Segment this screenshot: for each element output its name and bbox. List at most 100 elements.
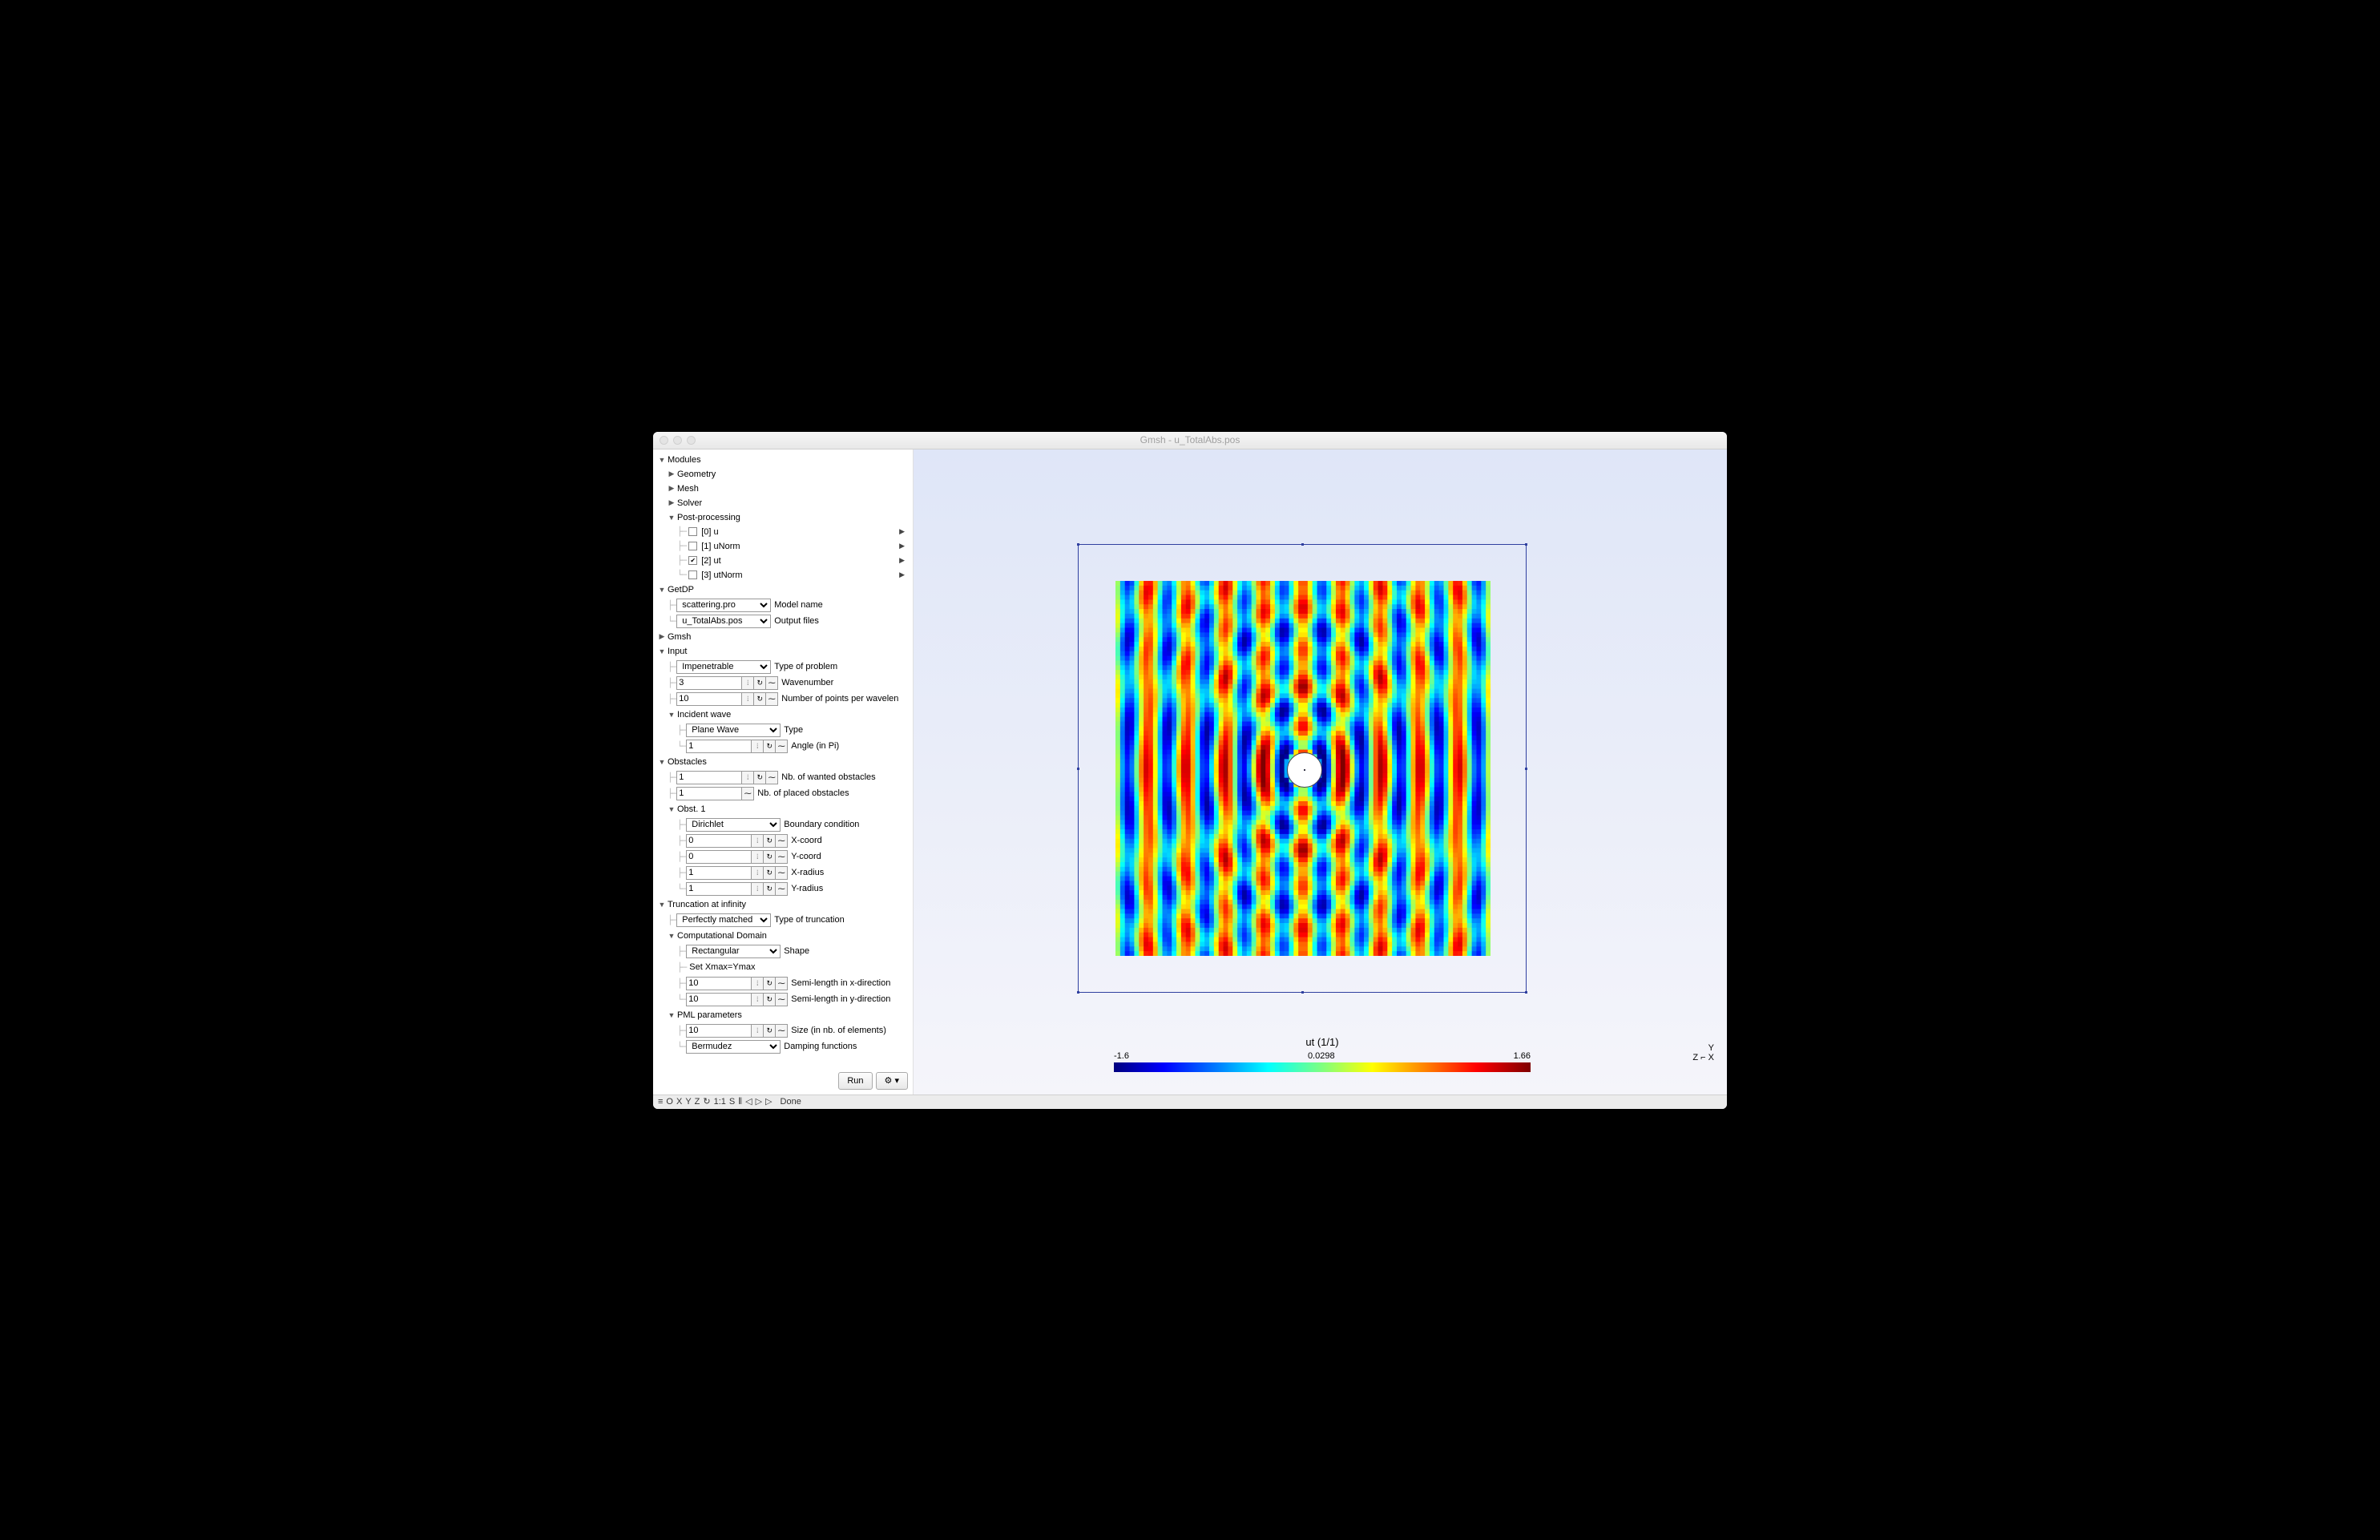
compdom-sy[interactable]	[686, 993, 752, 1006]
tree-solver[interactable]: Solver	[658, 496, 910, 510]
pml-damp-select[interactable]: Bermudez	[686, 1040, 781, 1054]
reset-icon[interactable]: ↻	[763, 834, 776, 848]
status-item[interactable]: Y	[685, 1097, 691, 1107]
reset-icon[interactable]: ↻	[763, 882, 776, 896]
stepper-icon[interactable]: ⦙	[751, 882, 764, 896]
reset-icon[interactable]: ↻	[763, 993, 776, 1006]
reset-icon[interactable]: ↻	[763, 1024, 776, 1038]
graph-icon[interactable]: ⁓	[775, 1024, 788, 1038]
chevron-right-icon[interactable]: ▶	[899, 570, 905, 579]
stepper-icon[interactable]: ⦙	[751, 977, 764, 990]
status-item[interactable]: 1:1	[714, 1097, 726, 1107]
view-0-checkbox[interactable]	[688, 527, 697, 536]
tree-truncation[interactable]: Truncation at infinity	[658, 897, 910, 912]
obst1-xr[interactable]	[686, 866, 752, 880]
input-type-select[interactable]: Impenetrable	[676, 660, 771, 674]
status-item[interactable]: ⦀	[738, 1097, 742, 1107]
view-3-checkbox[interactable]	[688, 570, 697, 579]
status-message: Done	[781, 1097, 801, 1107]
reset-icon[interactable]: ↻	[763, 850, 776, 864]
stepper-icon[interactable]: ⦙	[751, 834, 764, 848]
status-item[interactable]: ◁	[745, 1097, 752, 1107]
stepper-icon[interactable]: ⦙	[751, 993, 764, 1006]
tree-incident[interactable]: Incident wave	[658, 708, 910, 722]
graph-icon[interactable]: ⁓	[765, 771, 778, 784]
pml-size[interactable]	[686, 1024, 752, 1038]
obst-wanted[interactable]	[676, 771, 742, 784]
graph-icon[interactable]: ⁓	[775, 834, 788, 848]
input-wavenum[interactable]	[676, 676, 742, 690]
stepper-icon[interactable]: ⦙	[741, 676, 754, 690]
reset-icon[interactable]: ↻	[763, 977, 776, 990]
gear-button[interactable]: ⚙ ▾	[876, 1072, 908, 1090]
tree-mesh[interactable]: Mesh	[658, 482, 910, 496]
graph-icon[interactable]: ⁓	[741, 787, 754, 800]
chevron-right-icon[interactable]: ▶	[899, 556, 905, 565]
compdom-shape-select[interactable]: Rectangular	[686, 945, 781, 958]
graph-icon[interactable]: ⁓	[775, 850, 788, 864]
view-2[interactable]: ├─[2] ut▶	[658, 554, 910, 568]
getdp-output-select[interactable]: u_TotalAbs.pos	[676, 615, 771, 628]
view-3[interactable]: └─[3] utNorm▶	[658, 568, 910, 583]
chevron-right-icon[interactable]: ▶	[899, 527, 905, 536]
graph-icon[interactable]: ⁓	[765, 692, 778, 706]
obst1-bc-select[interactable]: Dirichlet	[686, 818, 781, 832]
reset-icon[interactable]: ↻	[763, 740, 776, 753]
tree-getdp[interactable]: GetDP	[658, 583, 910, 597]
tree-gmsh[interactable]: Gmsh	[658, 630, 910, 644]
status-item[interactable]: ↻	[703, 1097, 710, 1107]
tree-input[interactable]: Input	[658, 644, 910, 659]
incident-angle[interactable]	[686, 740, 752, 753]
view-2-checkbox[interactable]	[688, 556, 697, 565]
obst1-x[interactable]	[686, 834, 752, 848]
view-1[interactable]: ├─[1] uNorm▶	[658, 539, 910, 554]
status-item[interactable]: Z	[695, 1097, 700, 1107]
view-0[interactable]: ├─[0] u▶	[658, 525, 910, 539]
status-item[interactable]: ▷	[756, 1097, 762, 1107]
graph-icon[interactable]: ⁓	[775, 882, 788, 896]
reset-icon[interactable]: ↻	[753, 676, 766, 690]
graph-icon[interactable]: ⁓	[775, 740, 788, 753]
trunc-type-select[interactable]: Perfectly matched laye	[676, 913, 771, 927]
run-button[interactable]: Run	[838, 1072, 872, 1090]
tree-obstacles[interactable]: Obstacles	[658, 755, 910, 769]
obst1-y[interactable]	[686, 850, 752, 864]
stepper-icon[interactable]: ⦙	[741, 692, 754, 706]
graphics-canvas[interactable]: ut (1/1) -1.6 0.0298 1.66 Y Z ⌐ X	[914, 450, 1727, 1095]
graph-icon[interactable]: ⁓	[765, 676, 778, 690]
tree-postproc[interactable]: Post-processing	[658, 510, 910, 525]
compdom-sx[interactable]	[686, 977, 752, 990]
tree-geometry[interactable]: Geometry	[658, 467, 910, 482]
reset-icon[interactable]: ↻	[763, 866, 776, 880]
tree-modules[interactable]: Modules	[658, 453, 910, 467]
tree-pml-label: PML parameters	[677, 1010, 742, 1020]
stepper-icon[interactable]: ⦙	[751, 850, 764, 864]
stepper-icon[interactable]: ⦙	[751, 866, 764, 880]
stepper-icon[interactable]: ⦙	[751, 1024, 764, 1038]
reset-icon[interactable]: ↻	[753, 692, 766, 706]
status-item[interactable]: O	[666, 1097, 673, 1107]
status-item[interactable]: X	[676, 1097, 682, 1107]
view-1-checkbox[interactable]	[688, 542, 697, 550]
reset-icon[interactable]: ↻	[753, 771, 766, 784]
chevron-right-icon[interactable]: ▶	[899, 542, 905, 550]
stepper-icon[interactable]: ⦙	[751, 740, 764, 753]
dropdown-icon: ▾	[894, 1076, 899, 1086]
graph-icon[interactable]: ⁓	[775, 993, 788, 1006]
status-item[interactable]: S	[729, 1097, 735, 1107]
graph-icon[interactable]: ⁓	[775, 866, 788, 880]
legend-title: ut (1/1)	[1114, 1036, 1531, 1048]
tree-pml[interactable]: PML parameters	[658, 1008, 910, 1022]
incident-type-select[interactable]: Plane Wave	[686, 724, 781, 737]
graph-icon[interactable]: ⁓	[775, 977, 788, 990]
stepper-icon[interactable]: ⦙	[741, 771, 754, 784]
getdp-output-row: └─u_TotalAbs.posOutput files	[658, 614, 910, 629]
obst1-yr[interactable]	[686, 882, 752, 896]
tree-obst1[interactable]: Obst. 1	[658, 802, 910, 816]
getdp-model-select[interactable]: scattering.pro	[676, 599, 771, 612]
tree-compdom[interactable]: Computational Domain	[658, 929, 910, 943]
obst-placed[interactable]	[676, 787, 742, 800]
status-item[interactable]: ▷	[765, 1097, 772, 1107]
input-npts[interactable]	[676, 692, 742, 706]
status-item[interactable]: ≡	[658, 1097, 663, 1107]
